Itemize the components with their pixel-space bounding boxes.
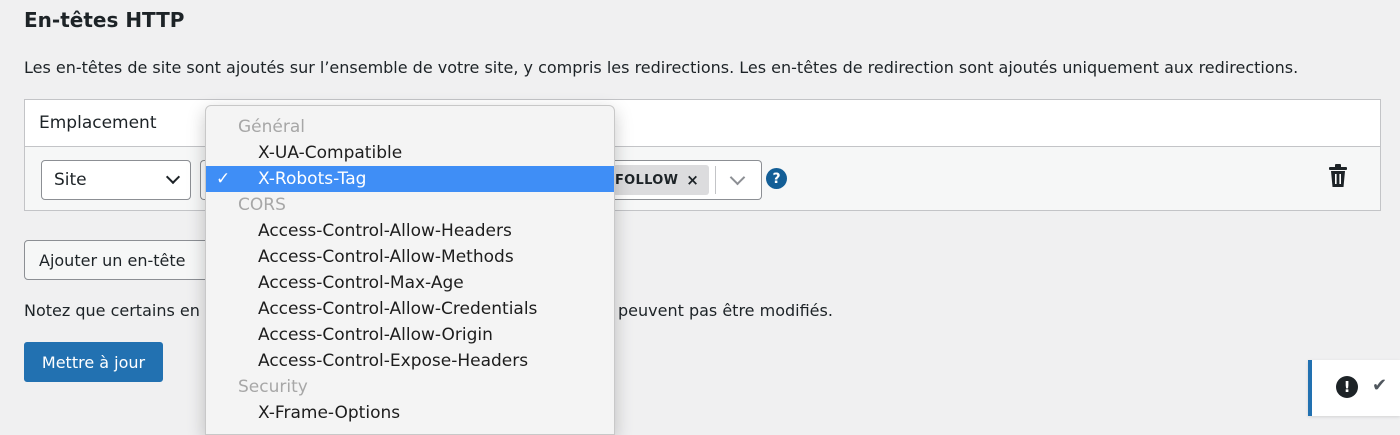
value-token-label: FOLLOW <box>615 172 679 188</box>
header-value-select[interactable]: FOLLOW × <box>595 160 762 200</box>
option-group-label: Security <box>238 377 308 397</box>
dropdown-option[interactable]: Access-Control-Allow-Credentials <box>206 296 614 322</box>
note-text: Notez que certains en <box>24 301 200 320</box>
location-select-value: Site <box>54 170 87 190</box>
remove-token-icon[interactable]: × <box>686 171 699 189</box>
value-token: FOLLOW × <box>613 165 710 195</box>
dropdown-option[interactable]: X-Frame-Options <box>206 400 614 426</box>
update-button[interactable]: Mettre à jour <box>24 342 163 382</box>
dropdown-list: Général X-UA-Compatible ✓ X-Robots-Tag C… <box>206 114 614 426</box>
chevron-down-icon[interactable] <box>729 169 746 186</box>
help-icon[interactable]: ? <box>766 168 787 189</box>
header-dropdown-menu: Général X-UA-Compatible ✓ X-Robots-Tag C… <box>205 105 615 435</box>
value-select-separator <box>715 166 716 194</box>
option-group-label: CORS <box>238 195 286 215</box>
dropdown-option[interactable]: Access-Control-Allow-Origin <box>206 322 614 348</box>
location-select[interactable]: Site <box>41 160 191 200</box>
intro-text: Les en-têtes de site sont ajoutés sur l’… <box>24 58 1299 77</box>
page-title: En-têtes HTTP <box>24 8 185 32</box>
chevron-down-icon <box>165 169 181 185</box>
note-text-end: peuvent pas être modifiés. <box>618 301 833 320</box>
notice-toast[interactable]: ! ✔ <box>1308 360 1400 416</box>
alert-icon: ! <box>1336 376 1358 398</box>
dropdown-option[interactable]: Access-Control-Max-Age <box>206 270 614 296</box>
dropdown-option[interactable]: X-UA-Compatible <box>206 140 614 166</box>
dropdown-option[interactable]: Access-Control-Allow-Headers <box>206 218 614 244</box>
dropdown-option-label: X-Robots-Tag <box>258 169 367 189</box>
option-group-label: Général <box>238 117 305 137</box>
check-icon: ✓ <box>216 169 231 189</box>
column-header-location: Emplacement <box>39 113 157 133</box>
check-icon[interactable]: ✔ <box>1372 375 1387 396</box>
add-header-button[interactable]: Ajouter un en-tête <box>24 240 224 280</box>
dropdown-option-selected[interactable]: ✓ X-Robots-Tag <box>206 166 614 192</box>
dropdown-option[interactable]: Access-Control-Allow-Methods <box>206 244 614 270</box>
trash-icon[interactable] <box>1328 164 1348 188</box>
dropdown-option[interactable]: Access-Control-Expose-Headers <box>206 348 614 374</box>
